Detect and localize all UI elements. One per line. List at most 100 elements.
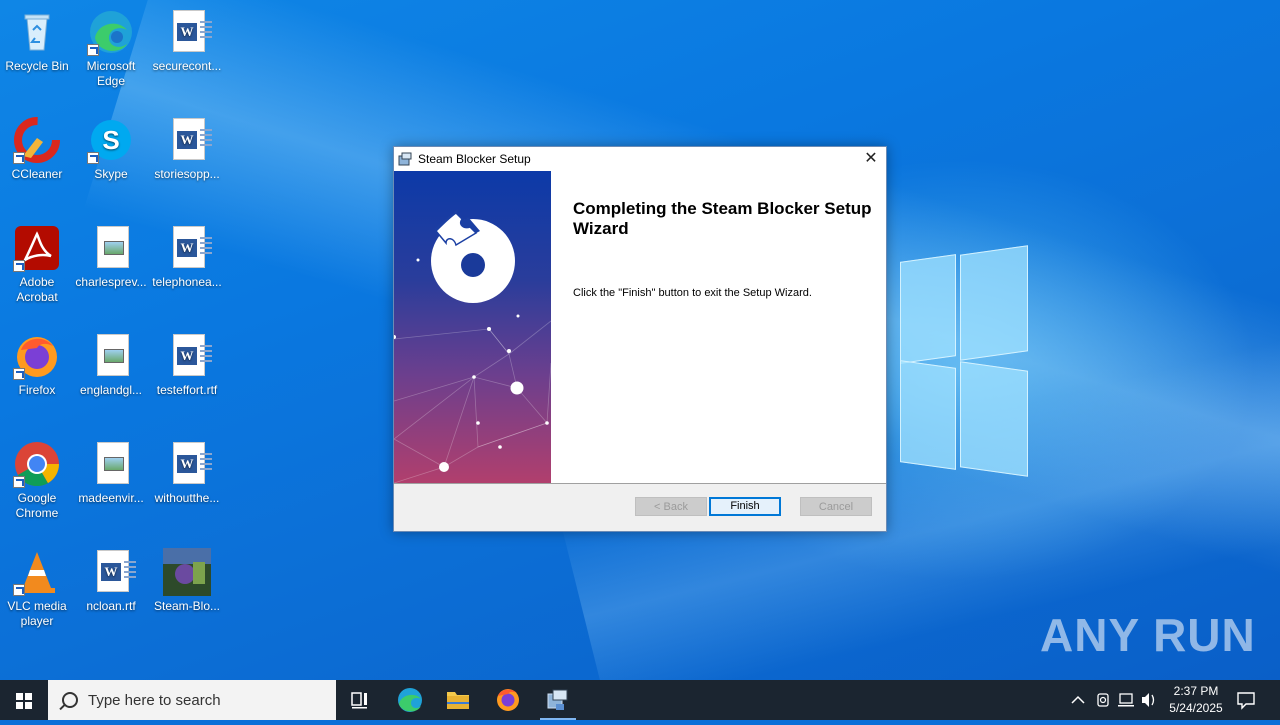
back-button[interactable]: < Back xyxy=(635,497,707,516)
chevron-up-icon[interactable] xyxy=(1071,695,1085,704)
desktop-icon-image-file[interactable]: englandgl... xyxy=(74,332,148,398)
firefox-icon xyxy=(13,332,61,380)
setup-wizard-dialog: Steam Blocker Setup ✕ Completing the Ste… xyxy=(393,146,887,532)
word-document-icon: W xyxy=(163,440,212,488)
clock-date: 5/24/2025 xyxy=(1169,701,1223,715)
folder-icon xyxy=(447,692,469,709)
desktop-icon-word-document[interactable]: W storiesopp... xyxy=(150,116,224,182)
desktop-icon-label: Recycle Bin xyxy=(5,59,69,73)
desktop-icon-image-file[interactable]: madeenvir... xyxy=(74,440,148,506)
task-view-icon xyxy=(351,692,367,709)
skype-icon: S xyxy=(87,116,135,164)
taskbar-file-explorer-button[interactable] xyxy=(434,680,482,720)
desktop-icon-word-document[interactable]: W testeffort.rtf xyxy=(150,332,224,398)
taskbar-search-box[interactable]: Type here to search xyxy=(48,680,336,720)
shortcut-arrow-icon xyxy=(87,44,99,56)
close-icon[interactable]: ✕ xyxy=(856,147,886,171)
taskbar: Type here to search 2:37 PM 5/24/2025 xyxy=(0,680,1280,720)
desktop-icon-microsoft-edge[interactable]: Microsoft Edge xyxy=(74,8,148,89)
word-document-icon: W xyxy=(87,548,136,596)
finish-button[interactable]: Finish xyxy=(709,497,781,516)
shortcut-arrow-icon xyxy=(13,476,25,488)
system-tray xyxy=(1068,680,1158,720)
anyrun-watermark: ANY RUN xyxy=(1040,609,1256,661)
shortcut-arrow-icon xyxy=(87,152,99,164)
desktop-icon-vlc[interactable]: VLC media player xyxy=(0,548,74,629)
installer-app-icon xyxy=(547,689,568,710)
desktop-icon-label: Firefox xyxy=(18,383,56,397)
start-button[interactable] xyxy=(0,680,48,720)
desktop-icon-label: CCleaner xyxy=(11,167,63,181)
search-icon xyxy=(62,692,78,708)
vlc-cone-icon xyxy=(13,548,61,596)
desktop-icon-label: Skype xyxy=(94,167,128,181)
word-document-icon: W xyxy=(163,116,212,164)
ccleaner-icon xyxy=(13,116,61,164)
desktop-icon-label: Google Chrome xyxy=(15,491,59,520)
recycle-bin-icon xyxy=(13,8,61,56)
cancel-button[interactable]: Cancel xyxy=(800,497,872,516)
shortcut-arrow-icon xyxy=(13,260,25,272)
network-icon[interactable] xyxy=(1118,693,1134,707)
desktop-icon-label: englandgl... xyxy=(79,383,143,397)
dialog-titlebar[interactable]: Steam Blocker Setup ✕ xyxy=(394,147,886,171)
shortcut-arrow-icon xyxy=(13,584,25,596)
taskbar-firefox-button[interactable] xyxy=(484,680,532,720)
desktop-icon-word-document[interactable]: W securecont... xyxy=(150,8,224,74)
desktop-icon-adobe-acrobat[interactable]: Adobe Acrobat xyxy=(0,224,74,305)
desktop-icon-image-file[interactable]: charlesprev... xyxy=(74,224,148,290)
desktop-icon-label: Microsoft Edge xyxy=(86,59,136,88)
volume-icon[interactable] xyxy=(1142,693,1155,707)
desktop-icon-label: storiesopp... xyxy=(154,167,220,181)
word-document-icon: W xyxy=(163,332,212,380)
desktop-icon-label: Adobe Acrobat xyxy=(16,275,58,304)
taskbar-clock[interactable]: 2:37 PM 5/24/2025 xyxy=(1160,683,1232,717)
desktop-icon-label: madeenvir... xyxy=(78,491,144,505)
desktop-icon-recycle-bin[interactable]: Recycle Bin xyxy=(0,8,74,74)
task-view-button[interactable] xyxy=(336,680,384,720)
desktop-icon-label: testeffort.rtf xyxy=(156,383,218,397)
wizard-heading: Completing the Steam Blocker Setup Wizar… xyxy=(573,199,872,238)
clock-time: 2:37 PM xyxy=(1173,684,1219,698)
installer-app-icon xyxy=(398,152,412,166)
image-file-icon xyxy=(87,332,135,380)
network-graphic xyxy=(394,209,551,483)
image-file-icon xyxy=(87,224,135,272)
svg-text:S: S xyxy=(102,125,119,155)
word-document-icon: W xyxy=(163,8,212,56)
shortcut-arrow-icon xyxy=(13,152,25,164)
shortcut-arrow-icon xyxy=(13,368,25,380)
windows-logo-wallpaper xyxy=(886,238,1031,482)
chrome-icon xyxy=(13,440,61,488)
adobe-acrobat-icon xyxy=(13,224,61,272)
desktop-icon-skype[interactable]: S Skype xyxy=(74,116,148,182)
desktop-icon-ccleaner[interactable]: CCleaner xyxy=(0,116,74,182)
image-file-icon xyxy=(87,440,135,488)
desktop-icon-label: telephonea... xyxy=(152,275,222,289)
desktop-icon-word-document[interactable]: W ncloan.rtf xyxy=(74,548,148,614)
desktop-icon-label: VLC media player xyxy=(7,599,67,628)
desktop-icon-label: Steam-Blo... xyxy=(153,599,221,613)
installer-thumbnail-icon xyxy=(163,548,211,596)
desktop-icon-word-document[interactable]: W telephonea... xyxy=(150,224,224,290)
edge-icon xyxy=(87,8,135,56)
desktop-icon-firefox[interactable]: Firefox xyxy=(0,332,74,398)
desktop-icon-steam-blocker-installer[interactable]: Steam-Blo... xyxy=(150,548,224,614)
firefox-icon xyxy=(497,689,519,711)
taskbar-edge-button[interactable] xyxy=(386,680,434,720)
meet-now-icon[interactable] xyxy=(1097,693,1109,707)
wizard-banner-image xyxy=(394,171,551,483)
taskbar-installer-button[interactable] xyxy=(534,680,582,720)
search-placeholder: Type here to search xyxy=(88,692,221,709)
dialog-title: Steam Blocker Setup xyxy=(418,152,531,166)
desktop-icon-label: securecont... xyxy=(152,59,222,73)
desktop-icon-word-document[interactable]: W withoutthe... xyxy=(150,440,224,506)
windows-start-icon xyxy=(16,693,32,709)
desktop-icon-google-chrome[interactable]: Google Chrome xyxy=(0,440,74,521)
desktop-icon-label: withoutthe... xyxy=(154,491,220,505)
notification-center-button[interactable] xyxy=(1236,690,1256,710)
wizard-body-text: Click the "Finish" button to exit the Se… xyxy=(573,287,812,299)
notification-icon xyxy=(1237,692,1255,710)
word-document-icon: W xyxy=(163,224,212,272)
wizard-content-panel: Completing the Steam Blocker Setup Wizar… xyxy=(551,171,886,483)
